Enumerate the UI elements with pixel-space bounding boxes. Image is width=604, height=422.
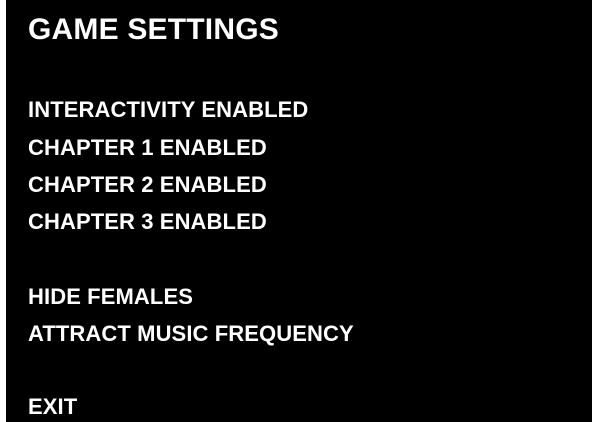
menu-item-interactivity-enabled[interactable]: INTERACTIVITY ENABLED xyxy=(28,95,308,125)
menu-item-hide-females[interactable]: HIDE FEMALES xyxy=(28,282,193,312)
settings-screen: GAME SETTINGS INTERACTIVITY ENABLED CHAP… xyxy=(6,0,592,422)
exit-button[interactable]: EXIT xyxy=(28,392,77,422)
menu-item-chapter-2-enabled[interactable]: CHAPTER 2 ENABLED xyxy=(28,170,267,200)
menu-item-chapter-1-enabled[interactable]: CHAPTER 1 ENABLED xyxy=(28,133,267,163)
menu-item-chapter-3-enabled[interactable]: CHAPTER 3 ENABLED xyxy=(28,207,267,237)
settings-menu: INTERACTIVITY ENABLED CHAPTER 1 ENABLED … xyxy=(6,0,592,422)
menu-item-attract-music-frequency[interactable]: ATTRACT MUSIC FREQUENCY xyxy=(28,319,354,349)
